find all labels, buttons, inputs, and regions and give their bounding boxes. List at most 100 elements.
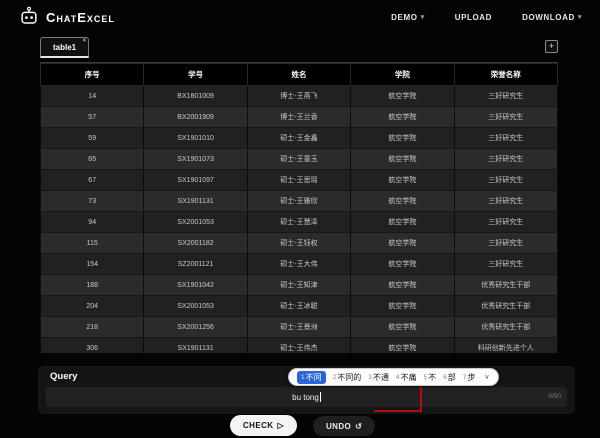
table-cell: 三好研究生 bbox=[453, 127, 558, 149]
ime-candidate[interactable]: 4 不痛 bbox=[396, 372, 417, 383]
nav-item-upload[interactable]: UPLOAD bbox=[455, 13, 492, 22]
ime-candidate-number: 1 bbox=[301, 373, 305, 381]
table-cell: 67 bbox=[40, 169, 145, 191]
column-header: 学院 bbox=[350, 63, 455, 86]
ime-candidate-number: 4 bbox=[395, 373, 400, 381]
table-cell: BX1801009 bbox=[143, 85, 248, 107]
column-header: 学号 bbox=[143, 63, 248, 86]
undo-button[interactable]: UNDO ↺ bbox=[313, 416, 376, 436]
table-row: 306 SX1901131 硕士-王伟杰 航空学院 科研创新先进个人 bbox=[40, 337, 558, 353]
undo-icon: ↺ bbox=[355, 421, 363, 431]
ime-candidate-number: 2 bbox=[332, 373, 337, 381]
annotation-red-line-horizontal bbox=[374, 410, 422, 412]
table-cell: 硕士-王冰聪 bbox=[246, 295, 352, 317]
table-cell: 三好研究生 bbox=[453, 106, 558, 128]
table-cell: 航空学院 bbox=[350, 127, 455, 149]
check-button[interactable]: CHECK ▷ bbox=[230, 415, 298, 436]
ime-candidate-text: 不同 bbox=[305, 372, 322, 382]
query-input[interactable]: bu tong 0/50 bbox=[46, 387, 567, 407]
query-input-value: bu tong bbox=[292, 392, 319, 402]
table-cell: 三好研究生 bbox=[453, 232, 558, 254]
table-cell: 优秀研究生干部 bbox=[453, 274, 558, 296]
ime-candidate-text: 部 bbox=[447, 372, 456, 382]
table-row: 188 SX1901042 硕士-王知津 航空学院 优秀研究生干部 bbox=[40, 274, 558, 296]
table-row: 59 SX1901010 硕士-王金鑫 航空学院 三好研究生 bbox=[40, 127, 558, 149]
ime-candidate-text: 不通 bbox=[372, 372, 389, 382]
table-cell: 优秀研究生干部 bbox=[453, 295, 558, 317]
table-cell: 硕士-王慧泽 bbox=[246, 211, 352, 233]
ime-candidate[interactable]: 3 不通 bbox=[368, 372, 389, 383]
ime-candidate-popup: 1 不同 2 不同的 3 不通 4 不痛 5 不 6 部 7 步 ∨ bbox=[288, 368, 499, 386]
table-cell: 115 bbox=[40, 232, 145, 254]
table-cell: 优秀研究生干部 bbox=[453, 316, 558, 338]
undo-button-label: UNDO bbox=[326, 421, 352, 431]
table-cell: 三好研究生 bbox=[453, 190, 558, 212]
nav-item-demo[interactable]: DEMO ▾ bbox=[391, 13, 425, 22]
column-header: 序号 bbox=[40, 63, 145, 86]
ime-candidate-number: 6 bbox=[443, 373, 447, 381]
table-row: 218 SX2001256 硕士-王景洲 航空学院 优秀研究生干部 bbox=[40, 316, 558, 338]
text-caret bbox=[319, 392, 321, 402]
table-cell: 航空学院 bbox=[350, 232, 455, 254]
top-bar: ChatExcel DEMO ▾ UPLOAD DOWNLOAD ▾ bbox=[0, 0, 600, 34]
table-cell: SX2001053 bbox=[143, 211, 248, 233]
table-cell: SX1901010 bbox=[143, 127, 248, 149]
tab-label: table1 bbox=[53, 42, 77, 52]
table-cell: 航空学院 bbox=[350, 169, 455, 191]
table-cell: SZ2001121 bbox=[143, 253, 248, 275]
table-cell: 94 bbox=[40, 211, 145, 233]
table-cell: 三好研究生 bbox=[453, 169, 558, 191]
ime-candidate[interactable]: 7步 bbox=[463, 372, 476, 383]
ime-candidate-text: 不痛 bbox=[400, 372, 417, 382]
data-table-container: 序号 学号 姓名 学院 荣誉名称 14 BX1801009 博士-王燕飞 航空学院 三好研究生 5… bbox=[40, 62, 558, 353]
add-table-button[interactable]: + bbox=[545, 40, 558, 53]
table-cell: SX2001256 bbox=[143, 316, 248, 338]
table-cell: 航空学院 bbox=[350, 316, 455, 338]
nav-item-label: DOWNLOAD bbox=[522, 12, 575, 22]
table-cell: SX1901131 bbox=[143, 190, 248, 212]
check-button-label: CHECK bbox=[243, 421, 274, 430]
chatexcel-app: ChatExcel DEMO ▾ UPLOAD DOWNLOAD ▾ table1 × … bbox=[0, 0, 600, 438]
table-cell: 博士-王兰香 bbox=[246, 106, 352, 128]
column-header: 姓名 bbox=[246, 63, 352, 86]
tab-table1[interactable]: table1 × bbox=[40, 37, 90, 58]
table-cell: 204 bbox=[40, 295, 145, 317]
table-cell: SX2001053 bbox=[143, 295, 248, 317]
robot-logo-icon bbox=[21, 6, 37, 24]
nav-item-download[interactable]: DOWNLOAD ▾ bbox=[522, 13, 582, 22]
table-cell: 三好研究生 bbox=[453, 85, 558, 107]
data-table: 序号 学号 姓名 学院 荣誉名称 14 BX1801009 博士-王燕飞 航空学院 三好研究生 5… bbox=[40, 63, 558, 353]
table-row: 154 SZ2001121 硕士-王大伟 航空学院 三好研究生 bbox=[40, 253, 558, 275]
table-cell: 硕士-王大伟 bbox=[246, 253, 352, 275]
table-cell: 硕士-王知津 bbox=[246, 274, 352, 296]
table-cell: 57 bbox=[40, 106, 145, 128]
table-cell: 218 bbox=[40, 316, 145, 338]
ime-candidate[interactable]: 6部 bbox=[443, 372, 456, 383]
ime-candidate[interactable]: 2 不同的 bbox=[333, 372, 362, 383]
ime-candidate-text: 步 bbox=[467, 372, 476, 382]
table-cell: SX1901131 bbox=[143, 337, 248, 353]
table-cell: 航空学院 bbox=[350, 85, 455, 107]
table-row: 67 SX1901097 硕士-王思瑶 航空学院 三好研究生 bbox=[40, 169, 558, 191]
table-cell: 65 bbox=[40, 148, 145, 170]
table-cell: 硕士-王景洲 bbox=[246, 316, 352, 338]
table-cell: 博士-王燕飞 bbox=[246, 85, 352, 107]
ime-candidate[interactable]: 1 不同 bbox=[297, 370, 326, 384]
tab-close-icon[interactable]: × bbox=[83, 38, 87, 44]
chevron-down-icon: ▾ bbox=[420, 14, 425, 21]
query-label: Query bbox=[50, 371, 78, 382]
table-cell: 航空学院 bbox=[350, 274, 455, 296]
ime-chevron-down-icon[interactable]: ∨ bbox=[484, 373, 489, 381]
table-cell: 硕士-王金鑫 bbox=[246, 127, 352, 149]
table-cell: 154 bbox=[40, 253, 145, 275]
table-cell: 三好研究生 bbox=[453, 148, 558, 170]
table-cell: 硕士-王钰权 bbox=[246, 232, 352, 254]
column-header: 荣誉名称 bbox=[453, 63, 558, 86]
table-cell: 三好研究生 bbox=[453, 253, 558, 275]
logo: ChatExcel bbox=[18, 6, 115, 28]
table-cell: 航空学院 bbox=[350, 148, 455, 170]
ime-candidate-number: 7 bbox=[462, 373, 467, 381]
table-cell: SX1901042 bbox=[143, 274, 248, 296]
ime-candidate-number: 3 bbox=[368, 373, 372, 381]
ime-candidate[interactable]: 5不 bbox=[424, 372, 437, 383]
